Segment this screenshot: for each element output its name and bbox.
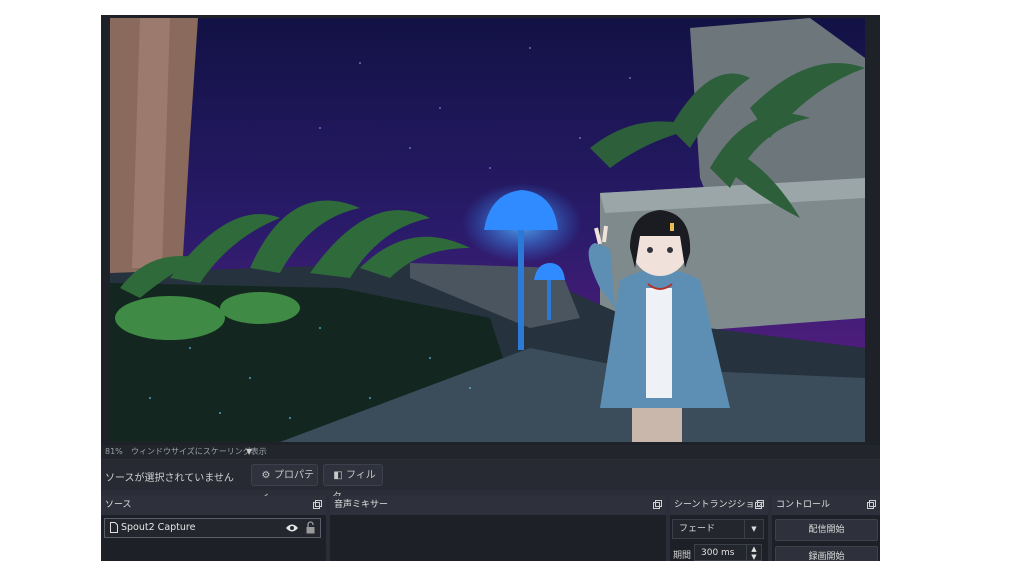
document-icon bbox=[110, 522, 118, 533]
scene-transitions-dock: シーントランジション フェード ▼ 期間 300 ms ▲ ▼ bbox=[670, 496, 768, 561]
preview-status-bar: 81% ウィンドウサイズにスケーリング表示 ▼ bbox=[101, 445, 880, 459]
no-source-selected-label: ソースが選択されていません bbox=[105, 473, 234, 484]
zoom-level: 81% bbox=[105, 447, 123, 456]
duration-input[interactable]: 300 ms ▲ ▼ bbox=[694, 544, 762, 561]
controls-dock-title: コントロール bbox=[776, 500, 831, 510]
start-recording-button[interactable]: 録画開始 bbox=[775, 546, 878, 561]
scene-transitions-dock-header: シーントランジション bbox=[670, 496, 768, 515]
duration-value: 300 ms bbox=[701, 548, 735, 558]
eye-icon[interactable] bbox=[285, 523, 299, 533]
context-bar: ソースが選択されていません ⚙プロパティ ◧フィルタ bbox=[101, 460, 880, 503]
duration-label: 期間 bbox=[673, 551, 692, 561]
gear-icon: ⚙ bbox=[261, 470, 271, 481]
filters-button[interactable]: ◧フィルタ bbox=[323, 464, 383, 503]
obs-window: 81% ウィンドウサイズにスケーリング表示 ▼ ソースが選択されていません ⚙ プ… bbox=[101, 15, 880, 561]
transition-selected-value: フェード bbox=[679, 524, 716, 534]
scene-render bbox=[110, 18, 865, 442]
source-item[interactable]: Spout2 Capture bbox=[104, 518, 321, 538]
sources-dock-header: ソース bbox=[101, 496, 326, 515]
filter-icon: ◧ bbox=[333, 470, 343, 481]
undock-icon[interactable] bbox=[867, 500, 876, 509]
properties-button[interactable]: ⚙プロパティ bbox=[251, 464, 318, 503]
controls-dock: コントロール 配信開始 録画開始 bbox=[772, 496, 880, 561]
sources-dock: ソース Spout2 Capture bbox=[101, 496, 326, 561]
preview-area[interactable] bbox=[101, 15, 880, 445]
lock-icon[interactable] bbox=[306, 521, 315, 534]
chevron-down-icon[interactable]: ▼ bbox=[744, 520, 763, 538]
controls-dock-header: コントロール bbox=[772, 496, 880, 515]
undock-icon[interactable] bbox=[313, 500, 322, 509]
audio-mixer-dock-header: 音声ミキサー bbox=[330, 496, 666, 515]
audio-mixer-dock: 音声ミキサー bbox=[330, 496, 666, 561]
undock-icon[interactable] bbox=[653, 500, 662, 509]
transition-select[interactable]: フェード ▼ bbox=[672, 519, 764, 539]
spin-arrows-icon[interactable]: ▲ ▼ bbox=[746, 545, 761, 561]
scene-transitions-dock-title: シーントランジション bbox=[674, 500, 764, 510]
audio-mixer-dock-title: 音声ミキサー bbox=[334, 500, 389, 510]
undock-icon[interactable] bbox=[755, 500, 764, 509]
chevron-down-icon[interactable]: ▼ bbox=[246, 445, 252, 459]
start-streaming-button[interactable]: 配信開始 bbox=[775, 519, 878, 541]
sources-dock-title: ソース bbox=[105, 500, 132, 510]
source-item-name: Spout2 Capture bbox=[121, 522, 196, 533]
